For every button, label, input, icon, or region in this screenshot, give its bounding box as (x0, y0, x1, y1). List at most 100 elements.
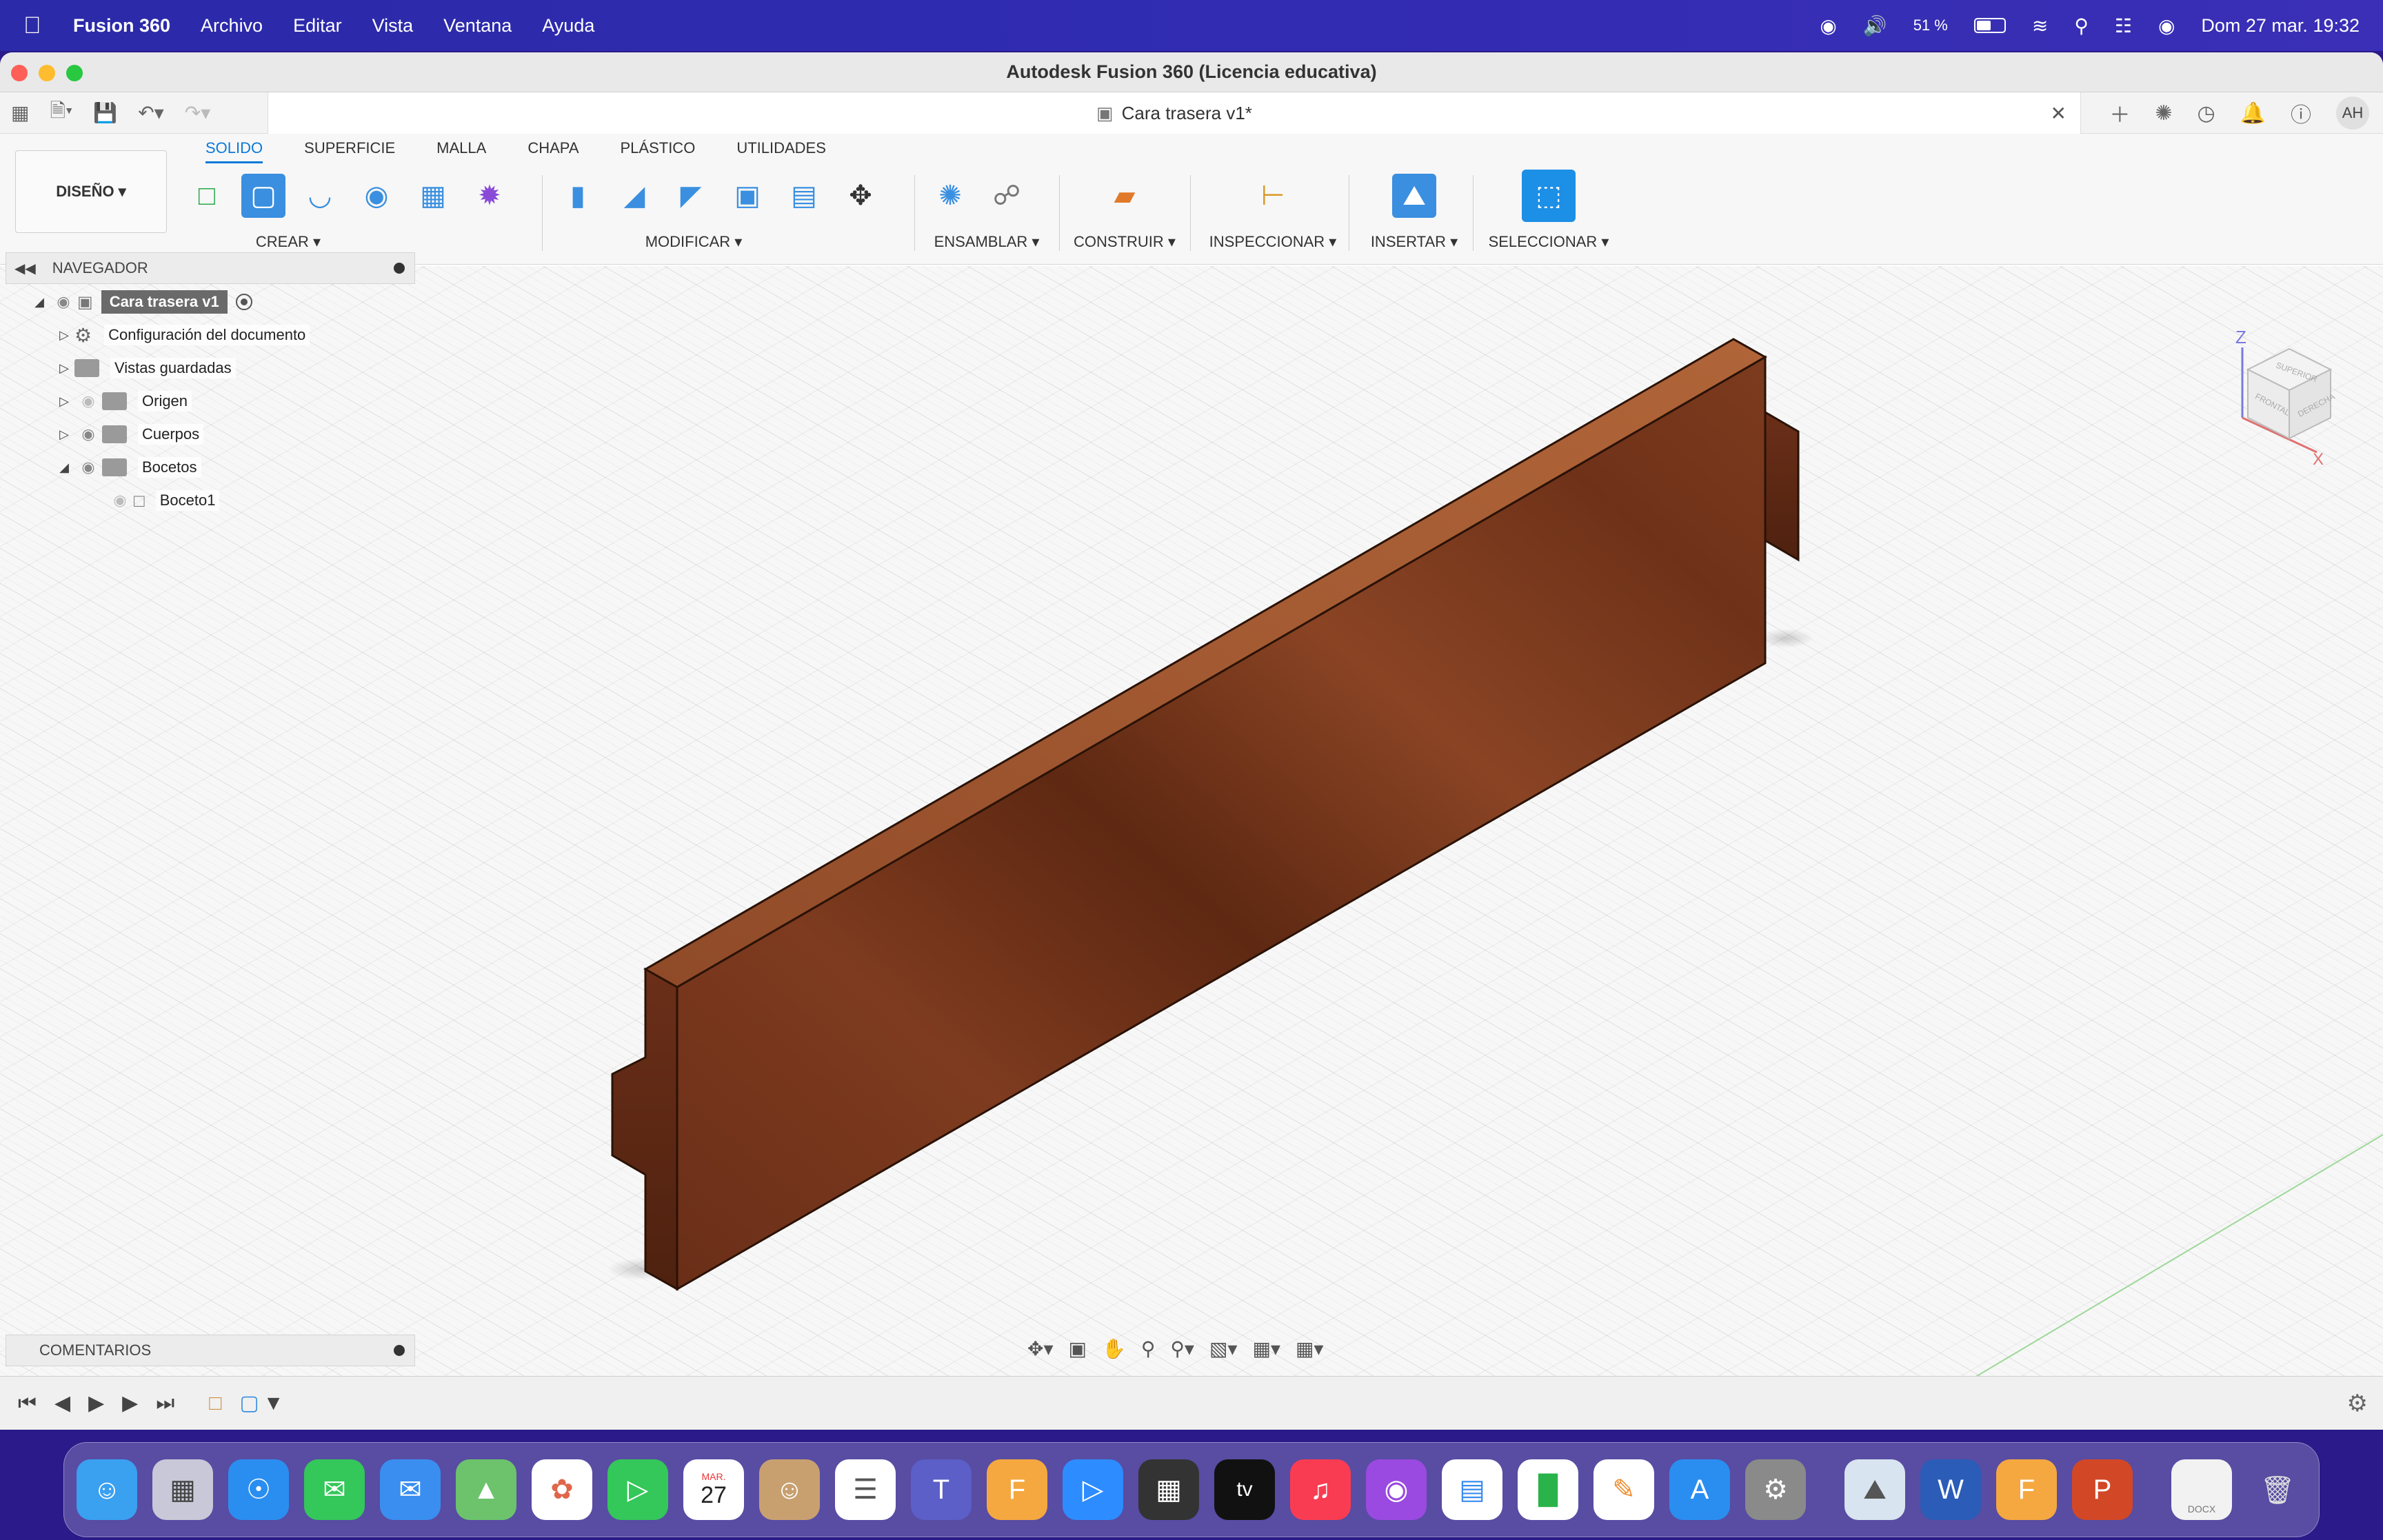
photos-icon[interactable]: ✿ (532, 1459, 592, 1520)
reminders-icon[interactable]: ☰ (835, 1459, 896, 1520)
calculator-icon[interactable]: ▦ (1138, 1459, 1199, 1520)
document-tab[interactable]: ▣ Cara trasera v1* ✕ (268, 92, 2081, 134)
app-store-icon[interactable]: A (1669, 1459, 1730, 1520)
navigator-header[interactable]: ◀◀ NAVEGADOR (6, 252, 415, 284)
help-icon[interactable]: ⓘ (2291, 98, 2311, 128)
calendar-icon[interactable]: MAR. 27 (683, 1459, 744, 1520)
tab-malla[interactable]: MALLA (436, 139, 486, 163)
trash-icon[interactable]: 🗑 (2247, 1459, 2308, 1520)
select-window-icon[interactable]: ⬚ (1522, 170, 1576, 222)
tree-node-bodies[interactable]: ▷ ◉ Cuerpos (6, 418, 415, 451)
siri-icon[interactable]: ◉ (2158, 14, 2175, 37)
contacts-icon[interactable]: ☺ (759, 1459, 820, 1520)
activate-radio-icon[interactable] (235, 294, 252, 310)
group-label-ensamblar[interactable]: ENSAMBLAR ▾ (928, 233, 1045, 251)
zoom-icon[interactable]: ▷ (1063, 1459, 1123, 1520)
display-settings-icon[interactable]: ▧▾ (1209, 1337, 1238, 1360)
messages-icon[interactable]: ✉ (304, 1459, 365, 1520)
launchpad-icon[interactable]: ▦ (152, 1459, 213, 1520)
move-copy-icon[interactable]: ✥ (838, 174, 883, 218)
panel-pin-icon[interactable] (394, 263, 405, 274)
create-form-icon[interactable]: ✹ (467, 174, 512, 218)
tab-chapa[interactable]: CHAPA (527, 139, 579, 163)
fit-zoom-icon[interactable]: ⚲▾ (1170, 1337, 1194, 1360)
chamfer-icon[interactable]: ◤ (669, 174, 713, 218)
joint-icon[interactable]: ☍ (985, 174, 1029, 218)
extensions-icon[interactable]: ✺ (2155, 101, 2172, 125)
redo-icon[interactable]: ↷▾ (185, 101, 211, 124)
powerpoint-icon[interactable]: P (2072, 1459, 2133, 1520)
workspace-switcher[interactable]: DISEÑO ▾ (15, 150, 167, 233)
go-to-start-icon[interactable]: ⏮ (18, 1392, 37, 1415)
look-at-icon[interactable]: ▣ (1069, 1337, 1087, 1360)
pattern-icon[interactable]: ▦ (411, 174, 455, 218)
zoom-window-button[interactable] (66, 65, 83, 81)
extrude-icon[interactable]: ▢ (241, 174, 285, 218)
safari-icon[interactable]: ☉ (228, 1459, 289, 1520)
viewports-icon[interactable]: ▦▾ (1296, 1337, 1324, 1360)
group-label-construir[interactable]: CONSTRUIR ▾ (1073, 233, 1176, 251)
collapse-arrow-icon[interactable]: ◢ (29, 295, 50, 310)
file-menu-icon[interactable]: 🗎▾ (50, 97, 72, 130)
timeline-settings-gear-icon[interactable]: ⚙ (2347, 1390, 2368, 1417)
fusion-360-icon[interactable]: F (1996, 1459, 2057, 1520)
create-sketch-icon[interactable]: □ (185, 174, 229, 218)
new-component-icon[interactable]: ✺ (928, 174, 972, 218)
fillet-icon[interactable]: ◢ (612, 174, 656, 218)
wifi-icon[interactable]: ≋ (2032, 14, 2048, 37)
step-back-icon[interactable]: ◀ (54, 1391, 70, 1415)
timeline-marker-icon[interactable]: ▼ (263, 1392, 284, 1415)
volume-icon[interactable]: 🔊 (1863, 14, 1887, 37)
group-label-crear[interactable]: CREAR ▾ (185, 233, 392, 251)
collapse-arrow-icon[interactable]: ◢ (54, 460, 74, 475)
podcasts-icon[interactable]: ◉ (1366, 1459, 1427, 1520)
notifications-bell-icon[interactable]: 🔔 (2240, 101, 2266, 125)
comments-panel[interactable]: COMENTARIOS (6, 1335, 415, 1366)
hole-icon[interactable]: ◉ (354, 174, 399, 218)
shell-icon[interactable]: ▣ (725, 174, 770, 218)
mail-icon[interactable]: ✉ (380, 1459, 441, 1520)
expand-arrow-icon[interactable]: ▷ (54, 394, 74, 409)
tab-solido[interactable]: SOLIDO (205, 139, 263, 163)
orbit-icon[interactable]: ✥▾ (1027, 1337, 1054, 1360)
expand-arrow-icon[interactable]: ▷ (54, 427, 74, 442)
insert-image-icon[interactable]: ⛰ (1392, 174, 1436, 218)
minimize-window-button[interactable] (39, 65, 55, 81)
measure-icon[interactable]: ⊢ (1251, 174, 1295, 218)
visibility-eye-icon[interactable]: ◉ (50, 293, 77, 311)
tab-plastico[interactable]: PLÁSTICO (621, 139, 696, 163)
save-icon[interactable]: 💾 (93, 101, 117, 124)
spotlight-search-icon[interactable]: ⚲ (2074, 14, 2089, 37)
tab-superficie[interactable]: SUPERFICIE (304, 139, 395, 163)
word-icon[interactable]: W (1920, 1459, 1981, 1520)
music-icon[interactable]: ♫ (1290, 1459, 1351, 1520)
menu-app-name[interactable]: Fusion 360 (73, 15, 170, 37)
combine-icon[interactable]: ▤ (782, 174, 826, 218)
visibility-eye-icon[interactable]: ◉ (74, 425, 102, 443)
revolve-icon[interactable]: ◡ (298, 174, 342, 218)
tab-utilidades[interactable]: UTILIDADES (736, 139, 826, 163)
view-cube[interactable]: Z X SUPERIOR FRONTAL DERECHA (2227, 328, 2351, 466)
control-center-icon[interactable]: ☷ (2115, 14, 2132, 37)
keynote-icon[interactable]: ▤ (1442, 1459, 1502, 1520)
go-to-end-icon[interactable]: ⏭ (156, 1392, 174, 1415)
job-status-icon[interactable]: ◷ (2197, 101, 2215, 125)
play-icon[interactable]: ▶ (88, 1391, 104, 1415)
zoom-icon[interactable]: ⚲ (1141, 1337, 1156, 1360)
tree-node-saved-views[interactable]: ▷ Vistas guardadas (6, 352, 415, 385)
panel-pin-icon[interactable] (394, 1345, 405, 1356)
system-preferences-icon[interactable]: ⚙ (1745, 1459, 1806, 1520)
menu-ayuda[interactable]: Ayuda (542, 15, 594, 37)
menu-archivo[interactable]: Archivo (201, 15, 263, 37)
apple-tv-icon[interactable]: tv (1214, 1459, 1275, 1520)
close-window-button[interactable] (11, 65, 28, 81)
grid-settings-icon[interactable]: ▦▾ (1252, 1337, 1280, 1360)
teams-icon[interactable]: T (911, 1459, 972, 1520)
menu-editar[interactable]: Editar (293, 15, 342, 37)
step-forward-icon[interactable]: ▶ (122, 1391, 138, 1415)
tree-node-origin[interactable]: ▷ ◉ Origen (6, 385, 415, 418)
tree-node-sketch1[interactable]: ◉ □ Boceto1 (6, 484, 415, 517)
press-pull-icon[interactable]: ▮ (556, 174, 600, 218)
timeline-extrude-icon[interactable]: ▢ (239, 1391, 259, 1415)
collapse-panel-icon[interactable]: ◀◀ (14, 260, 36, 277)
